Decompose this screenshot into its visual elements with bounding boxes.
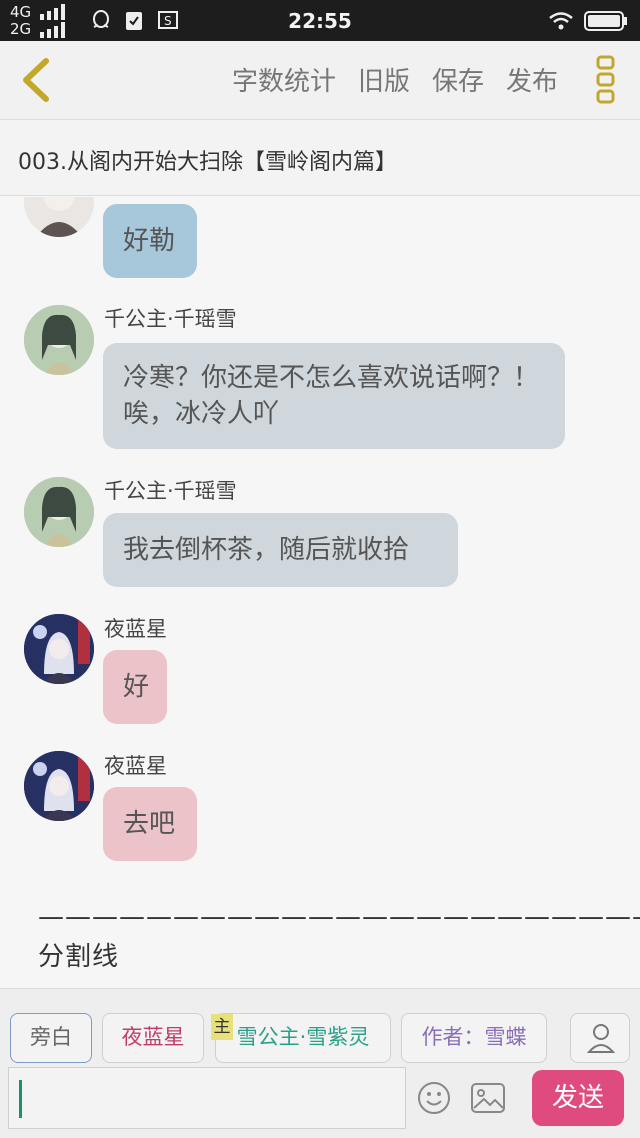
sender-name: 千公主·千瑶雪 bbox=[104, 479, 237, 503]
sender-name: 千公主·千瑶雪 bbox=[104, 307, 237, 331]
message-bubble[interactable]: 好 bbox=[103, 650, 167, 724]
battery-icon bbox=[584, 11, 627, 31]
role-ye-lanxing[interactable]: 夜蓝星 bbox=[102, 1013, 204, 1063]
role-xue-ziling[interactable]: 雪公主·雪紫灵 bbox=[215, 1013, 391, 1063]
input-bar: 发送 bbox=[0, 1064, 640, 1138]
role-author[interactable]: 作者：雪蝶 bbox=[401, 1013, 547, 1063]
text-caret bbox=[19, 1080, 22, 1118]
status-bar: 4G 2G S 22:55 bbox=[0, 0, 640, 41]
top-toolbar: 字数统计 旧版 保存 发布 bbox=[0, 41, 640, 120]
system-icons bbox=[548, 10, 628, 32]
avatar[interactable] bbox=[24, 477, 94, 547]
old-version-button[interactable]: 旧版 bbox=[358, 61, 410, 98]
send-button[interactable]: 发送 bbox=[532, 1070, 624, 1126]
chat-message: 夜蓝星 去吧 bbox=[0, 750, 640, 870]
chat-message: 夜蓝星 好 bbox=[0, 613, 640, 733]
message-bubble[interactable]: 好勒 bbox=[103, 204, 197, 278]
chat-message: 千公主·千瑶雪 我去倒杯茶，随后就收拾 bbox=[0, 475, 640, 595]
wifi-icon bbox=[549, 12, 573, 30]
clock: 22:55 bbox=[288, 9, 352, 33]
avatar[interactable] bbox=[24, 751, 94, 821]
user-icon[interactable] bbox=[570, 1013, 630, 1063]
save-button[interactable]: 保存 bbox=[432, 61, 484, 98]
emoji-icon[interactable] bbox=[416, 1080, 452, 1116]
message-bubble[interactable]: 冷寒？你还是不怎么喜欢说话啊？！唉，冰冷人吖 bbox=[103, 343, 565, 449]
more-vertical-icon[interactable] bbox=[596, 55, 616, 105]
chat-message: 好勒 bbox=[0, 197, 640, 287]
owner-badge: 主 bbox=[211, 1014, 233, 1040]
back-button[interactable] bbox=[16, 57, 56, 103]
chapter-title: 003.从阁内开始大扫除【雪岭阁内篇】 bbox=[18, 150, 397, 175]
sender-name: 夜蓝星 bbox=[104, 617, 167, 641]
message-bubble[interactable]: 我去倒杯茶，随后就收拾 bbox=[103, 513, 458, 587]
role-narrator[interactable]: 旁白 bbox=[10, 1013, 92, 1063]
avatar[interactable] bbox=[24, 305, 94, 375]
sender-name: 夜蓝星 bbox=[104, 754, 167, 778]
image-icon[interactable] bbox=[470, 1082, 506, 1114]
message-bubble[interactable]: 去吧 bbox=[103, 787, 197, 861]
chat-area[interactable]: 好勒 千公主·千瑶雪 冷寒？你还是不怎么喜欢说话啊？！唉，冰冷人吖 千公主·千瑶… bbox=[0, 197, 640, 987]
toolbar-actions: 字数统计 旧版 保存 发布 bbox=[232, 61, 558, 98]
chapter-title-bar: 003.从阁内开始大扫除【雪岭阁内篇】 bbox=[0, 120, 640, 196]
word-count-button[interactable]: 字数统计 bbox=[232, 61, 336, 98]
message-input[interactable] bbox=[8, 1067, 406, 1129]
avatar[interactable] bbox=[24, 614, 94, 684]
divider-text: ————————————————————————————————————————… bbox=[38, 902, 640, 972]
role-selector-bar: 旁白 夜蓝星 雪公主·雪紫灵 主 作者：雪蝶 bbox=[0, 988, 640, 1065]
chat-message: 千公主·千瑶雪 冷寒？你还是不怎么喜欢说话啊？！唉，冰冷人吖 bbox=[0, 303, 640, 463]
publish-button[interactable]: 发布 bbox=[506, 61, 558, 98]
avatar[interactable] bbox=[24, 197, 94, 237]
